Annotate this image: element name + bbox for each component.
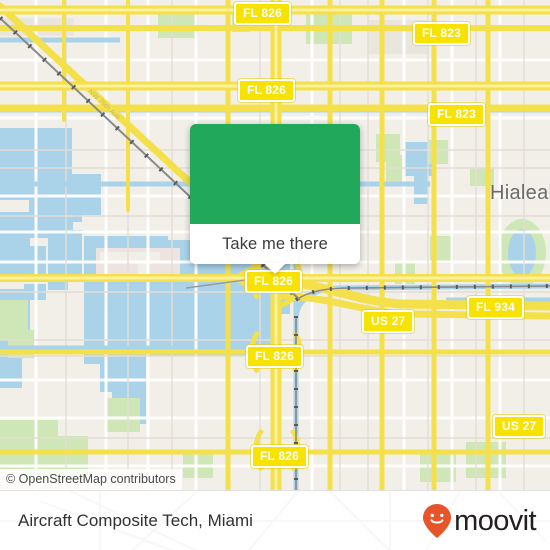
map-canvas[interactable]: NW 79th Ave Hialeah FL 826 FL 823 FL 826… — [0, 0, 550, 490]
popup-pointer — [264, 263, 286, 274]
map-screenshot: NW 79th Ave Hialeah FL 826 FL 823 FL 826… — [0, 0, 550, 550]
road-shield-fl826-bottom: FL 826 — [251, 445, 308, 468]
take-me-there-button[interactable]: Take me there — [190, 224, 360, 274]
road-shield-us27-lower: US 27 — [493, 415, 546, 438]
road-shield-fl826-top: FL 826 — [234, 2, 291, 25]
road-shield-fl826-lower: FL 826 — [246, 345, 303, 368]
place-title: Aircraft Composite Tech, Miami — [18, 511, 253, 530]
road-shield-fl823-top: FL 823 — [413, 22, 470, 45]
moovit-wordmark: moovit — [454, 504, 536, 537]
road-shield-fl826-upper: FL 826 — [238, 79, 295, 102]
take-me-there-label: Take me there — [222, 234, 328, 253]
popup-image-area — [190, 124, 360, 224]
footer-bar: Aircraft Composite Tech, Miami moovit — [0, 490, 550, 550]
road-shield-us27-center: US 27 — [362, 310, 415, 333]
road-shield-fl934: FL 934 — [467, 296, 524, 319]
road-shield-fl823-right: FL 823 — [428, 103, 485, 126]
moovit-pin-icon — [423, 504, 452, 538]
osm-attribution[interactable]: © OpenStreetMap contributors — [0, 469, 182, 490]
moovit-brand[interactable]: moovit — [422, 491, 537, 550]
city-label-hialeah: Hialeah — [490, 182, 550, 204]
location-popup[interactable]: Take me there — [190, 124, 360, 274]
